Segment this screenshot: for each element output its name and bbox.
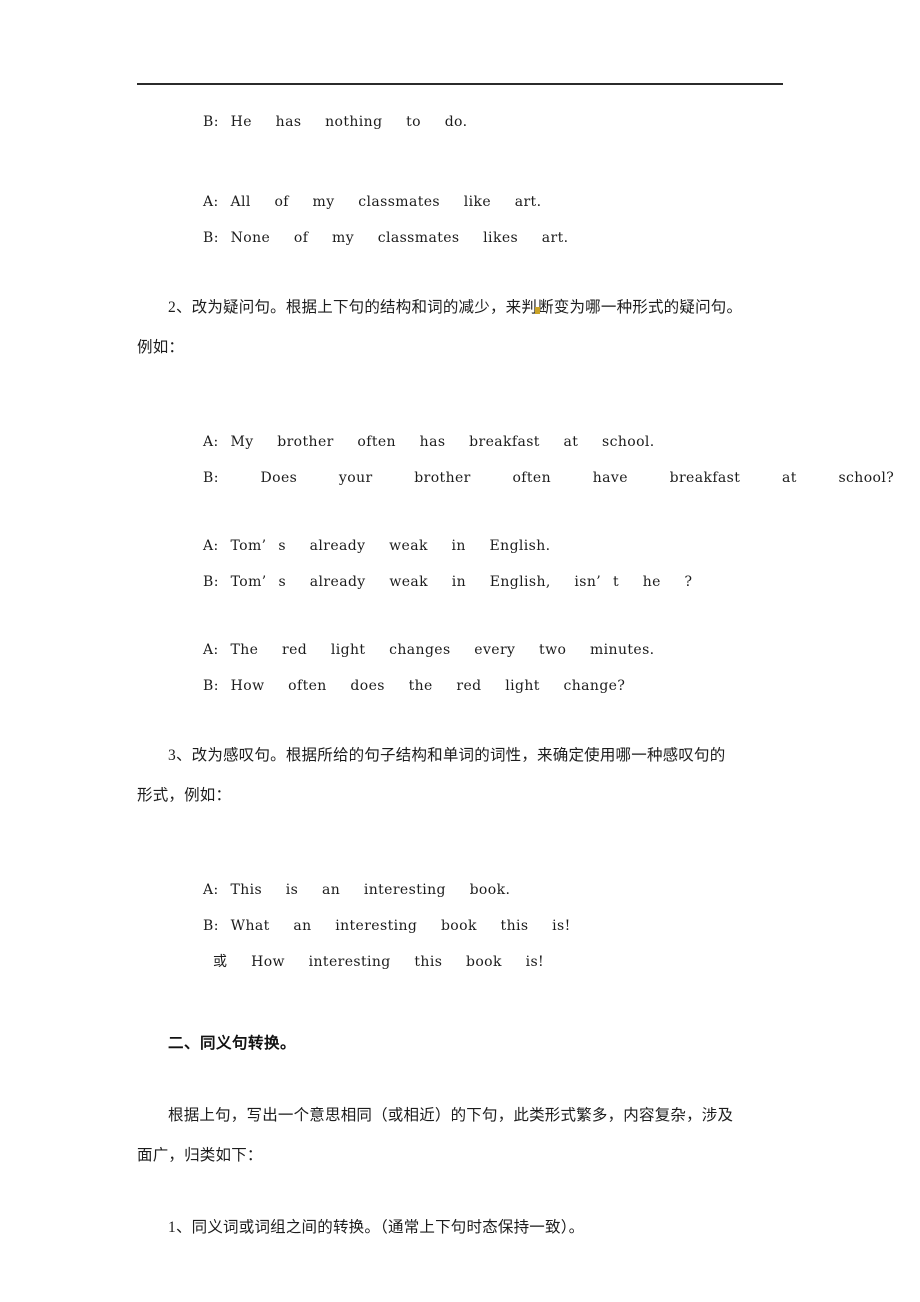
dialogue-line: A: Tom’ s already weak in English. (203, 538, 551, 554)
section-item-3-example-label: 形式，例如： (137, 787, 232, 804)
dialogue-line: B: He has nothing to do. (203, 114, 468, 130)
dialogue-line: A: This is an interesting book. (203, 882, 511, 898)
dialogue-line: B: None of my classmates likes art. (203, 230, 569, 246)
dialogue-line: B: How often does the red light change? (203, 678, 626, 694)
dialogue-block-3: A: This is an interesting book. B: What … (137, 872, 783, 980)
intro-paragraph: 根据上句，写出一个意思相同（或相近）的下句，此类形式繁多，内容复杂，涉及 (168, 1107, 734, 1124)
dialogue-line: A: My brother often has breakfast at sch… (203, 434, 655, 450)
document-body: B: He has nothing to do. A: All of my cl… (137, 104, 895, 1248)
dialogue-line: B: Does your brother often have breakfas… (203, 470, 895, 486)
scan-artifact-mark (535, 307, 541, 314)
dialogue-line: B: Tom’ s already weak in English, isn’ … (203, 574, 693, 590)
section-item-1-synonym: 1、同义词或词组之间的转换。（通常上下句时态保持一致）。 (168, 1219, 585, 1236)
section-item-2-text-b: 断变为哪一种形式的疑问句。 (538, 299, 743, 316)
dialogue-line-alternative: 或 How interesting this book is! (213, 954, 545, 970)
section-item-2-text-a: 2、改为疑问句。根据上下句的结构和词的减少，来判 (168, 299, 538, 316)
intro-paragraph-continuation: 面广，归类如下： (137, 1147, 263, 1164)
section-item-2-example-label: 例如： (137, 339, 185, 356)
section-item-3-paragraph: 3、改为感叹句。根据所给的句子结构和单词的词性，来确定使用哪一种感叹句的 (168, 747, 726, 764)
dialogue-line: B: What an interesting book this is! (203, 918, 571, 934)
dialogue-line: A: The red light changes every two minut… (203, 642, 655, 658)
dialogue-block-1: B: He has nothing to do. A: All of my cl… (137, 104, 783, 256)
section-heading-2: 二、同义句转换。 (168, 1035, 297, 1052)
document-page: B: He has nothing to do. A: All of my cl… (0, 0, 920, 1302)
section-item-2-paragraph: 2、改为疑问句。根据上下句的结构和词的减少，来判断变为哪一种形式的疑问句。 (137, 288, 783, 328)
dialogue-line: A: All of my classmates like art. (203, 194, 542, 210)
header-divider-rule (137, 83, 783, 85)
dialogue-block-2: A: My brother often has breakfast at sch… (137, 424, 895, 704)
